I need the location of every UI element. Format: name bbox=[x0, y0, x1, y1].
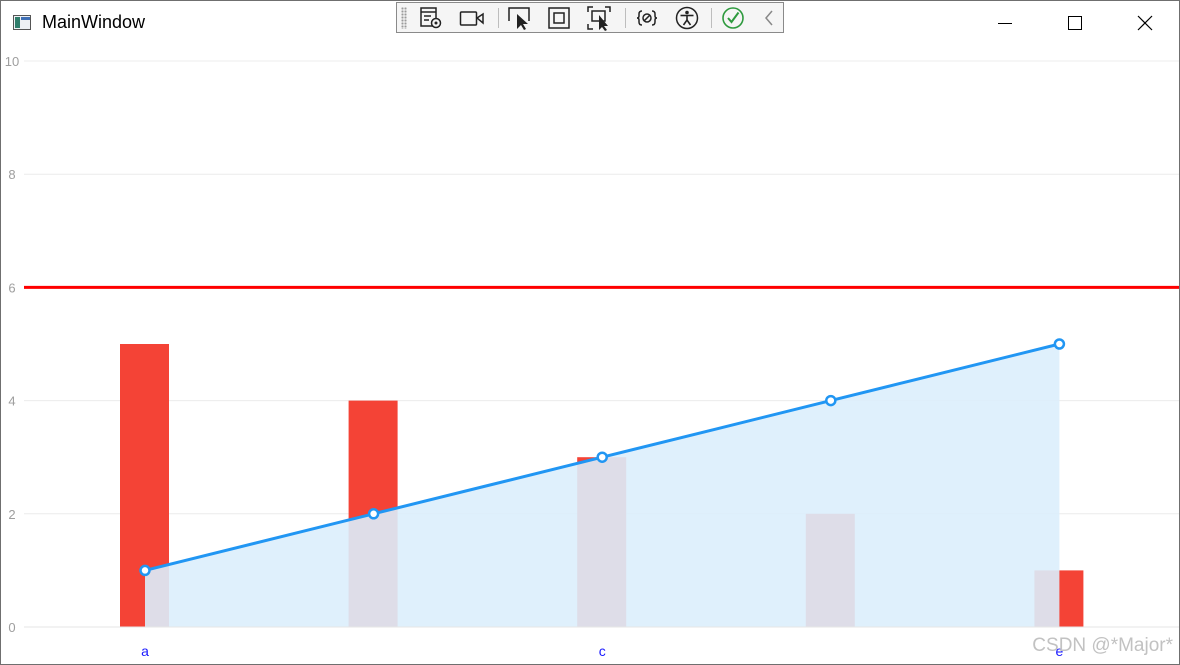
line-point bbox=[367, 508, 380, 520]
accessibility-icon bbox=[675, 6, 699, 30]
record-video-icon bbox=[459, 11, 484, 26]
x-tick-label: a bbox=[141, 643, 149, 659]
collapse-chevron-icon bbox=[765, 10, 773, 26]
maximize-icon bbox=[1068, 16, 1082, 30]
display-layout-adorners-button[interactable] bbox=[545, 5, 573, 31]
select-element-button[interactable] bbox=[417, 5, 445, 31]
toolbar-grip[interactable] bbox=[401, 7, 407, 29]
track-focused-element-icon bbox=[587, 6, 611, 31]
window-title: MainWindow bbox=[42, 12, 146, 32]
line-point bbox=[596, 451, 608, 463]
y-tick-label: 2 bbox=[8, 507, 15, 522]
check-circle-icon bbox=[722, 7, 744, 29]
binding-failures-icon bbox=[636, 10, 658, 26]
debug-toolbar bbox=[396, 2, 784, 33]
toolbar-separator bbox=[498, 8, 499, 28]
toolbar-separator bbox=[625, 8, 626, 28]
record-video-button[interactable] bbox=[458, 5, 486, 31]
line-point bbox=[139, 564, 151, 577]
toolbar-separator bbox=[711, 8, 712, 28]
line-point bbox=[1053, 338, 1066, 350]
y-tick-label: 8 bbox=[8, 167, 15, 182]
y-tick-label: 10 bbox=[5, 54, 19, 69]
y-tick-label: 6 bbox=[8, 280, 15, 295]
display-layout-adorners-icon bbox=[548, 7, 570, 29]
watermark: CSDN @*Major* bbox=[1032, 635, 1173, 656]
app-icon bbox=[13, 15, 31, 30]
check-button[interactable] bbox=[719, 5, 747, 31]
select-element-icon bbox=[420, 7, 442, 29]
minimize-button[interactable] bbox=[970, 1, 1040, 45]
y-tick-label: 0 bbox=[8, 620, 15, 635]
close-button[interactable] bbox=[1110, 1, 1179, 45]
minimize-icon bbox=[998, 23, 1012, 24]
y-tick-label: 4 bbox=[8, 394, 15, 409]
main-window: 0 2 4 6 8 10 a c e MainWindow CSDN @*Maj… bbox=[0, 0, 1180, 665]
select-pointer-icon bbox=[508, 7, 530, 30]
line-area bbox=[145, 344, 1060, 627]
collapse-toolbar-button[interactable] bbox=[755, 5, 783, 31]
maximize-button[interactable] bbox=[1040, 1, 1110, 45]
line-point bbox=[825, 394, 837, 407]
accessibility-button[interactable] bbox=[673, 5, 701, 31]
track-focused-element-button[interactable] bbox=[585, 5, 613, 31]
select-pointer-button[interactable] bbox=[505, 5, 533, 31]
binding-failures-button[interactable] bbox=[633, 5, 661, 31]
close-icon bbox=[1137, 15, 1153, 31]
x-tick-label: c bbox=[599, 643, 606, 659]
chart: 0246810a c e bbox=[5, 54, 1179, 659]
